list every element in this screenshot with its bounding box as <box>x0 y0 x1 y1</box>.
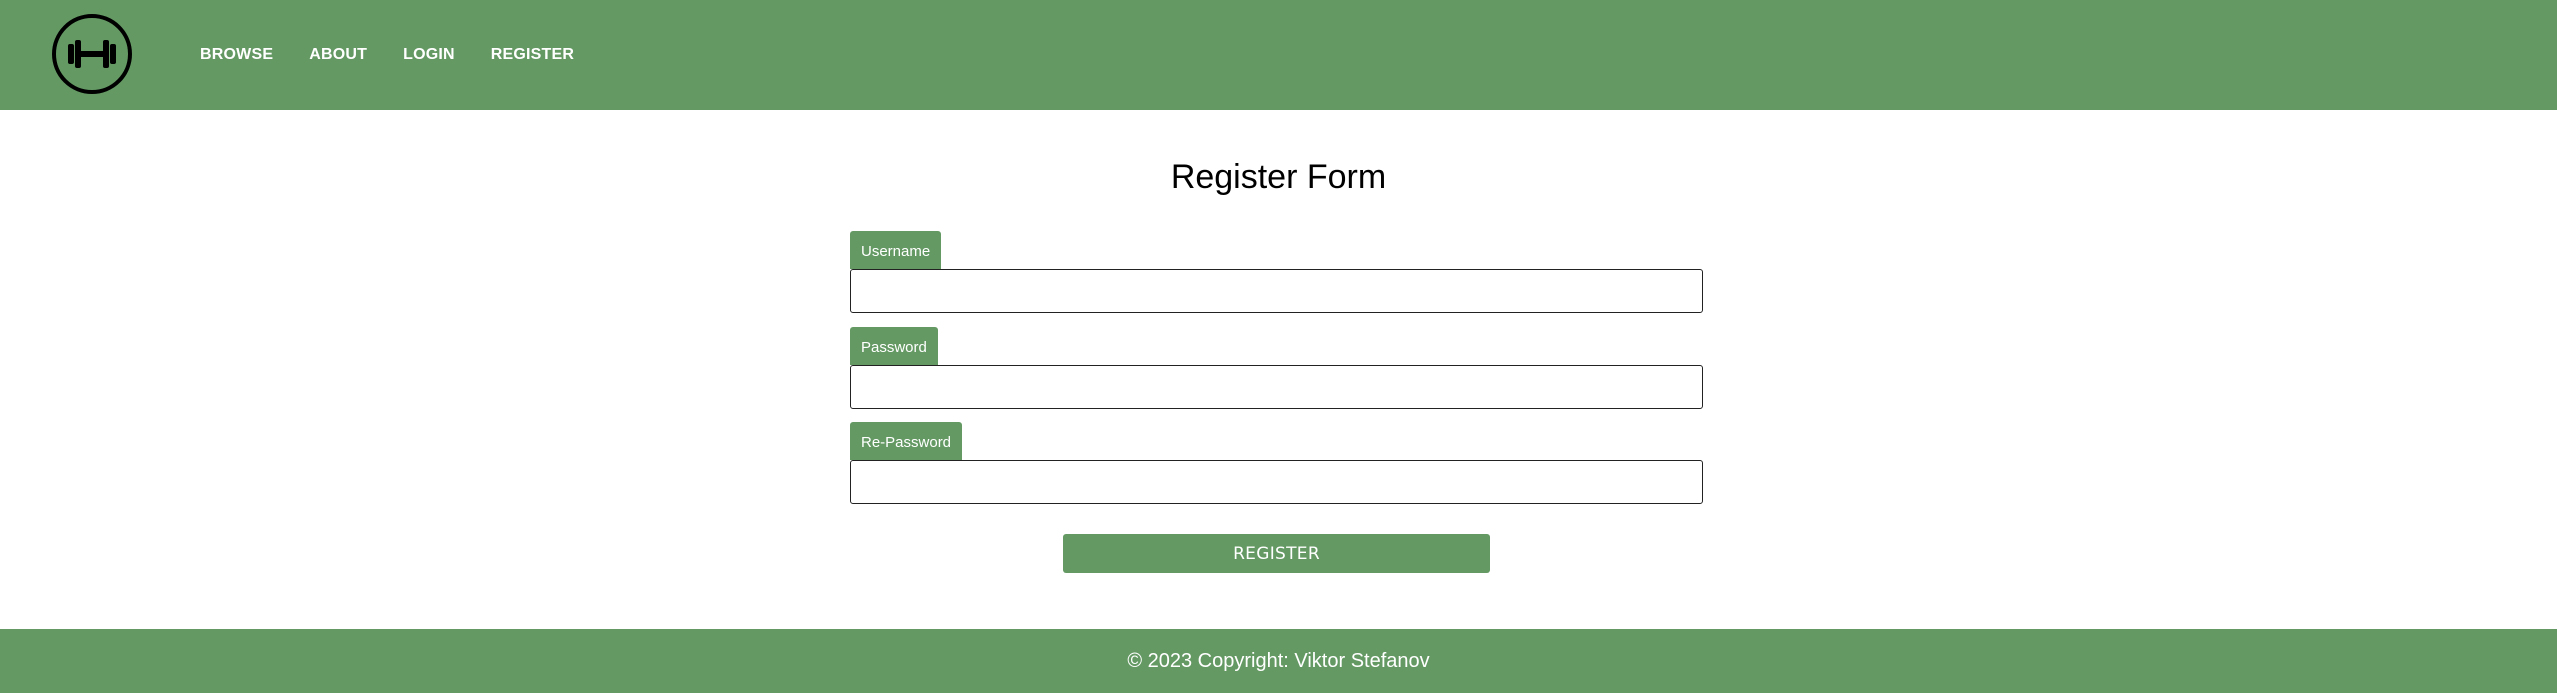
nav-register[interactable]: REGISTER <box>491 46 574 64</box>
dumbbell-icon <box>68 40 116 68</box>
footer: © 2023 Copyright: Viktor Stefanov <box>0 629 2557 693</box>
repassword-label: Re-Password <box>850 422 963 460</box>
username-input[interactable] <box>850 269 1703 313</box>
logo[interactable] <box>52 14 132 94</box>
password-group: Password <box>850 327 1703 409</box>
nav-browse[interactable]: BROWSE <box>200 46 273 64</box>
repassword-input[interactable] <box>850 460 1703 504</box>
username-group: Username <box>850 231 1703 313</box>
navbar: BROWSE ABOUT LOGIN REGISTER <box>0 0 2557 110</box>
username-label: Username <box>850 231 942 269</box>
nav-login[interactable]: LOGIN <box>403 46 455 64</box>
copyright-text: © 2023 Copyright: Viktor Stefanov <box>1127 649 1430 672</box>
nav-about[interactable]: ABOUT <box>309 46 367 64</box>
nav-links: BROWSE ABOUT LOGIN REGISTER <box>200 0 610 110</box>
register-button[interactable]: REGISTER <box>1063 534 1490 573</box>
repassword-group: Re-Password <box>850 422 1703 504</box>
password-input[interactable] <box>850 365 1703 409</box>
form-title: Register Form <box>1170 158 1387 196</box>
password-label: Password <box>850 327 938 365</box>
main-content: Register Form Username Password Re-Passw… <box>0 110 2557 629</box>
